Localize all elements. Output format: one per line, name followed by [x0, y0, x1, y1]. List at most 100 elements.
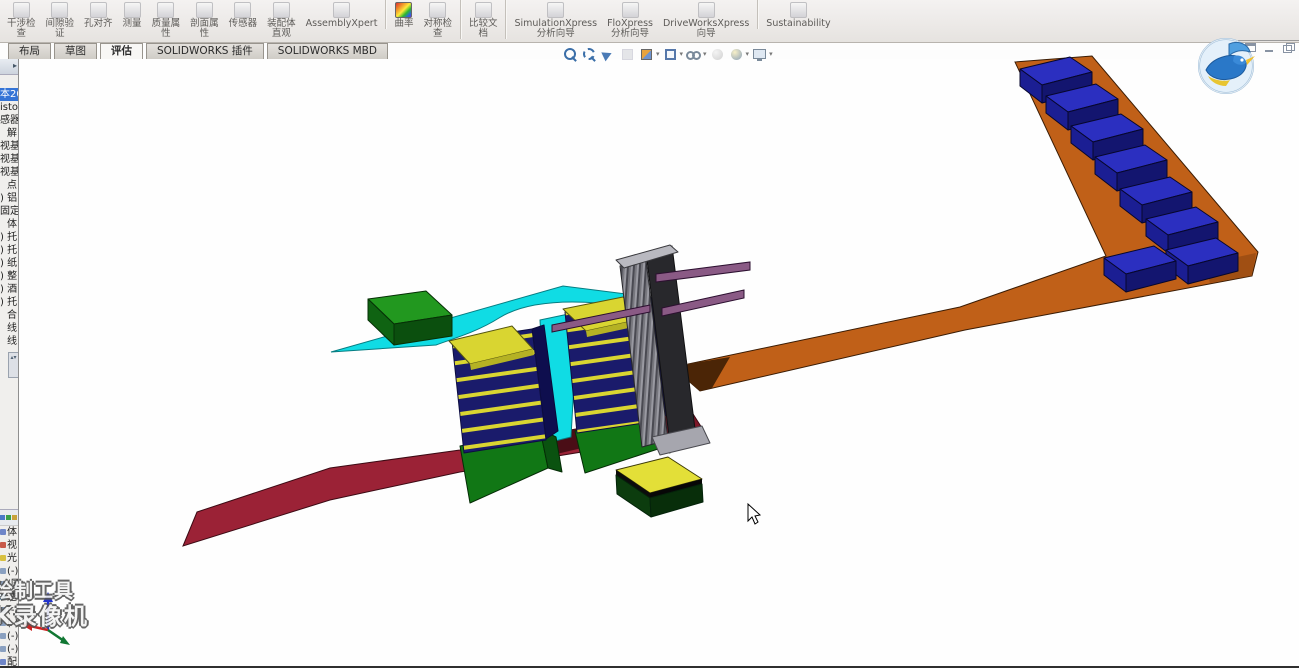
- feature-tree-item[interactable]: 本20: [0, 88, 18, 101]
- ribbon-button-label-line2: 查: [16, 28, 27, 39]
- feature-tree-item-label: 线: [7, 336, 17, 347]
- zoom-area-icon[interactable]: [581, 46, 598, 63]
- dropdown-caret-icon[interactable]: ▾: [746, 50, 750, 58]
- recorder-bird-logo: [1196, 36, 1258, 98]
- command-tab-label: SOLIDWORKS 插件: [157, 45, 253, 57]
- ribbon-button[interactable]: 传感器: [224, 0, 263, 29]
- hide-show-items-icon[interactable]: [685, 46, 702, 63]
- feature-tree-item[interactable]: 视基: [0, 153, 18, 166]
- graphics-viewport[interactable]: [19, 59, 1299, 668]
- apply-scene-icon[interactable]: [728, 46, 745, 63]
- tree-item-icon: [0, 542, 6, 548]
- panel-splitter-handle[interactable]: ▴▾: [8, 352, 18, 378]
- ribbon-button[interactable]: 测量: [118, 0, 147, 29]
- expand-arrow-icon[interactable]: ▸: [13, 61, 17, 70]
- section-view-icon[interactable]: [619, 46, 636, 63]
- ribbon-button[interactable]: AssemblyXpert: [301, 0, 383, 29]
- tree-item[interactable]: 体: [0, 526, 18, 539]
- tree-item-label: 视: [7, 540, 17, 551]
- feature-tree-item[interactable]: 线: [0, 335, 18, 348]
- feature-tree-item[interactable]: 体: [0, 218, 18, 231]
- tree-item[interactable]: 光: [0, 552, 18, 565]
- feature-tree-item[interactable]: 固定: [0, 205, 18, 218]
- feature-tree-item[interactable]: ) 酒: [0, 283, 18, 296]
- ribbon-button[interactable]: 装配体 直观: [262, 0, 301, 39]
- tree-item-label: (-): [7, 644, 18, 655]
- feature-tree-item[interactable]: 视基: [0, 140, 18, 153]
- feature-tree-item[interactable]: 解: [0, 127, 18, 140]
- feature-tree-item[interactable]: ) 托: [0, 231, 18, 244]
- cascade-icon[interactable]: [1282, 42, 1295, 53]
- view-settings-icon[interactable]: [751, 46, 768, 63]
- ribbon-button[interactable]: 孔对齐: [79, 0, 118, 29]
- ribbon-button-label-line2: 档: [478, 28, 488, 39]
- feature-tree-item-label: ) 托: [0, 232, 18, 243]
- feature-tree-item[interactable]: ) 托: [0, 244, 18, 257]
- ribbon-button[interactable]: DriveWorksXpress 向导: [658, 0, 754, 39]
- ribbon-button-icon: [272, 2, 290, 18]
- ribbon-button-label-line2: 性: [161, 28, 171, 39]
- tree-item[interactable]: (-): [0, 643, 18, 656]
- feature-tree-item-label: ) 托: [0, 297, 18, 308]
- ribbon-button-icon: [474, 2, 492, 18]
- command-tab[interactable]: SOLIDWORKS 插件: [146, 43, 264, 59]
- ribbon-button[interactable]: SimulationXpress 分析向导: [505, 0, 602, 39]
- feature-manager-header[interactable]: ▸: [0, 59, 18, 75]
- ribbon-toolbar: 干涉检 查 间隙验 证 孔对齐 测量 质量属 性 剖面属 性 传感器 装配体 直…: [0, 0, 1299, 43]
- feature-tree-item[interactable]: isto: [0, 101, 18, 114]
- ribbon-button[interactable]: 间隙验 证: [41, 0, 80, 39]
- command-tab[interactable]: SOLIDWORKS MBD: [266, 43, 388, 59]
- ribbon-button-icon: [157, 2, 175, 18]
- ribbon-button[interactable]: 干涉检 查: [2, 0, 41, 39]
- ribbon-button-label-line1: Sustainability: [766, 18, 831, 29]
- ribbon-button-label-line1: 曲率: [394, 18, 414, 29]
- ribbon-button[interactable]: 剖面属 性: [185, 0, 224, 39]
- ribbon-button[interactable]: 曲率: [385, 0, 418, 29]
- feature-tree-item[interactable]: ) 整: [0, 270, 18, 283]
- feature-tree-item-label: 视基: [0, 141, 18, 152]
- feature-tree-item[interactable]: [0, 75, 18, 88]
- feature-tree-item[interactable]: 合: [0, 309, 18, 322]
- ribbon-button-icon: [12, 2, 30, 18]
- command-tab[interactable]: 布局: [8, 43, 51, 59]
- display-pane-header[interactable]: [0, 509, 18, 526]
- zoom-fit-icon[interactable]: [562, 46, 579, 63]
- tree-item-label: 体: [7, 527, 17, 538]
- ribbon-button[interactable]: Sustainability: [757, 0, 835, 29]
- ribbon-button[interactable]: 对称检 查: [418, 0, 457, 39]
- view-orientation-icon[interactable]: [638, 46, 655, 63]
- feature-tree-item[interactable]: ) 托: [0, 296, 18, 309]
- ribbon-button-icon: [395, 2, 413, 18]
- minimize-icon[interactable]: [1263, 42, 1276, 53]
- command-tab[interactable]: 评估: [100, 43, 143, 59]
- previous-view-icon[interactable]: [600, 46, 617, 63]
- dropdown-caret-icon[interactable]: ▾: [769, 50, 773, 58]
- ribbon-button-label-line2: 分析向导: [536, 28, 575, 39]
- ribbon-button[interactable]: 比较文 档: [459, 0, 503, 39]
- dropdown-caret-icon[interactable]: ▾: [680, 50, 684, 58]
- ribbon-button[interactable]: FloXpress 分析向导: [602, 0, 658, 39]
- feature-tree-item-label: 点: [7, 180, 17, 191]
- feature-tree-item[interactable]: ) 铝: [0, 192, 18, 205]
- command-tab[interactable]: 草图: [54, 43, 97, 59]
- dropdown-caret-icon[interactable]: ▾: [656, 50, 660, 58]
- feature-tree-item[interactable]: 视基: [0, 166, 18, 179]
- feature-tree-item[interactable]: 线: [0, 322, 18, 335]
- feature-tree-item[interactable]: ) 纸: [0, 257, 18, 270]
- ribbon-button-label-line1: AssemblyXpert: [305, 18, 378, 29]
- ribbon-button-label-line1: 测量: [122, 18, 142, 29]
- headsup-view-toolbar: ▾ ▾ ▾ ▾ ▾: [562, 45, 775, 63]
- feature-tree-item[interactable]: 感器: [0, 114, 18, 127]
- tree-item[interactable]: (-): [0, 630, 18, 643]
- tree-item-icon: [0, 646, 6, 652]
- edit-appearance-icon[interactable]: [709, 46, 726, 63]
- tree-item[interactable]: 配: [0, 656, 18, 668]
- feature-tree-item[interactable]: 点: [0, 179, 18, 192]
- display-style-icon[interactable]: [662, 46, 679, 63]
- tree-item-label: 配: [7, 657, 17, 668]
- tree-item[interactable]: 视: [0, 539, 18, 552]
- dropdown-caret-icon[interactable]: ▾: [703, 50, 707, 58]
- ribbon-button[interactable]: 质量属 性: [147, 0, 186, 39]
- appearance-icon: [6, 515, 11, 520]
- tree-item-icon: [0, 568, 6, 574]
